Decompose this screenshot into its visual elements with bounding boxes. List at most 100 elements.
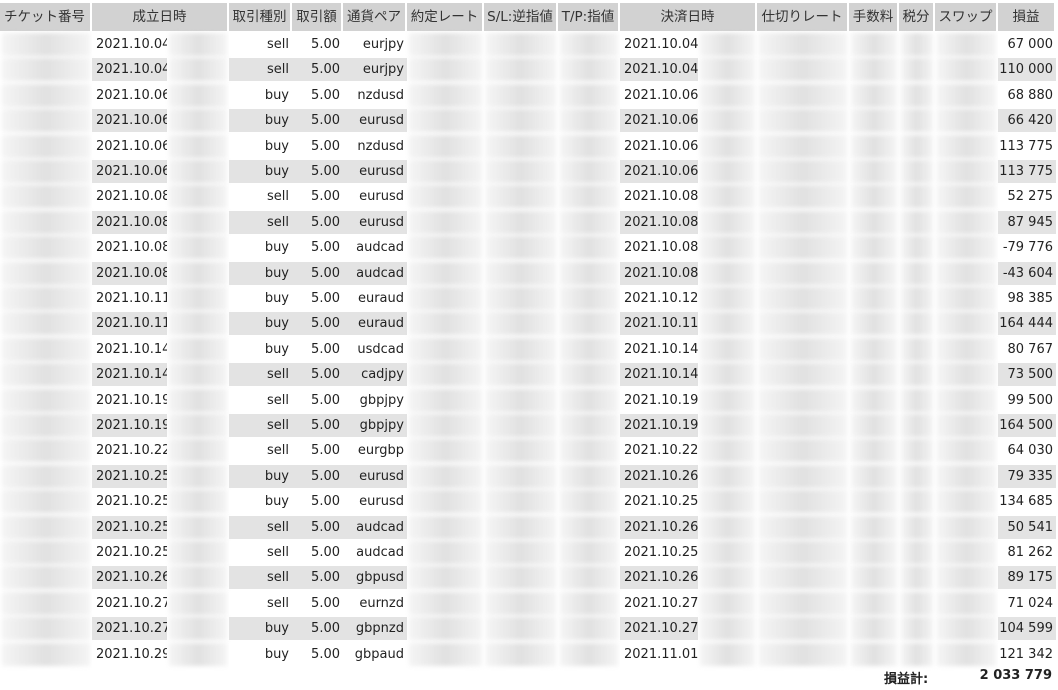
table-row[interactable]: 2021.10.11 buy 5.00 euraud 2021.10.11 164 444 (0, 310, 1058, 336)
close-time-cell: 2021.10.26 (620, 515, 698, 539)
table-row[interactable]: 2021.10.04 sell 5.00 eurjpy 2021.10.04 110 00… (0, 56, 1058, 82)
size-cell: 5.00 (292, 515, 343, 539)
header-profit[interactable]: 損益 (998, 3, 1056, 31)
header-tp[interactable]: T/P:指値 (558, 3, 620, 31)
header-commission[interactable]: 手数料 (849, 3, 899, 31)
close-time-cell: 2021.10.06 (620, 134, 698, 158)
size-cell: 5.00 (292, 109, 343, 133)
profit-cell: -79 776 (998, 236, 1056, 260)
redacted-ticket-cell (2, 109, 90, 133)
redacted-commission-cell (851, 388, 897, 412)
redacted-swap-cell (937, 541, 996, 564)
redacted-commission-cell (851, 109, 897, 133)
redacted-swap-cell (937, 642, 996, 666)
table-row[interactable]: 2021.10.22 sell 5.00 eurgbp 2021.10.22 64 030 (0, 437, 1058, 463)
redacted-sl-cell (486, 337, 556, 361)
open-time-cell: 2021.10.25 (92, 464, 167, 488)
header-size[interactable]: 取引額 (292, 3, 343, 31)
close-time-cell: 2021.10.06 (620, 83, 698, 107)
profit-cell: 104 599 (998, 617, 1056, 641)
redacted-tax-cell (901, 439, 933, 463)
header-sl[interactable]: S/L:逆指値 (484, 3, 558, 31)
table-row[interactable]: 2021.10.25 buy 5.00 eurusd 2021.10.26 79 335 (0, 463, 1058, 488)
redacted-tp-cell (560, 591, 618, 615)
redacted-tp-cell (560, 414, 618, 437)
profit-cell: 87 945 (998, 210, 1056, 234)
table-row[interactable]: 2021.10.25 sell 5.00 audcad 2021.10.26 50 541 (0, 514, 1058, 539)
open-time-cell: 2021.10.29 (92, 642, 167, 666)
redacted-time-close-time-cell (700, 33, 755, 56)
redacted-rate-cell (409, 388, 482, 412)
redacted-time-open-time-cell (169, 617, 227, 641)
redacted-sl-cell (486, 160, 556, 183)
table-row[interactable]: 2021.10.08 sell 5.00 eurusd 2021.10.08 87 945 (0, 209, 1058, 234)
header-ticket[interactable]: チケット番号 (0, 3, 92, 31)
table-row[interactable]: 2021.10.27 sell 5.00 eurnzd 2021.10.27 71 024 (0, 590, 1058, 615)
close-time-cell: 2021.10.26 (620, 566, 698, 590)
table-row[interactable]: 2021.10.06 buy 5.00 eurusd 2021.10.06 113 775 (0, 158, 1058, 183)
table-row[interactable]: 2021.10.06 buy 5.00 nzdusd 2021.10.06 113 775 (0, 133, 1058, 158)
table-row[interactable]: 2021.10.14 sell 5.00 cadjpy 2021.10.14 73 500 (0, 361, 1058, 387)
pair-cell: cadjpy (343, 363, 407, 387)
open-time-cell: 2021.10.19 (92, 388, 167, 412)
open-time-cell: 2021.10.25 (92, 541, 167, 564)
header-open-time[interactable]: 成立日時 (92, 3, 229, 31)
redacted-close-rate-cell (759, 210, 847, 234)
table-row[interactable]: 2021.10.19 sell 5.00 gbpjpy 2021.10.19 99 500 (0, 387, 1058, 412)
table-row[interactable]: 2021.10.06 buy 5.00 eurusd 2021.10.06 66 420 (0, 107, 1058, 133)
header-close-time[interactable]: 決済日時 (620, 3, 757, 31)
type-cell: sell (229, 515, 292, 539)
table-row[interactable]: 2021.10.29 buy 5.00 gbpaud 2021.11.01 121 342 (0, 641, 1058, 666)
redacted-time-open-time-cell (169, 185, 227, 209)
pair-cell: gbpnzd (343, 617, 407, 641)
profit-cell: 68 880 (998, 83, 1056, 107)
redacted-time-close-time-cell (700, 363, 755, 387)
table-row[interactable]: 2021.10.25 buy 5.00 eurusd 2021.10.25 134 685 (0, 488, 1058, 514)
redacted-commission-cell (851, 515, 897, 539)
close-time-cell: 2021.10.25 (620, 490, 698, 514)
redacted-swap-cell (937, 185, 996, 209)
profit-cell: 110 000 (998, 58, 1056, 82)
table-row[interactable]: 2021.10.11 buy 5.00 euraud 2021.10.12 98 385 (0, 285, 1058, 310)
redacted-tp-cell (560, 363, 618, 387)
header-tax[interactable]: 税分 (899, 3, 935, 31)
redacted-tax-cell (901, 617, 933, 641)
table-row[interactable]: 2021.10.14 buy 5.00 usdcad 2021.10.14 80 767 (0, 336, 1058, 361)
redacted-sl-cell (486, 439, 556, 463)
open-time-cell: 2021.10.11 (92, 312, 167, 336)
redacted-close-rate-cell (759, 541, 847, 564)
redacted-sl-cell (486, 515, 556, 539)
table-row[interactable]: 2021.10.08 sell 5.00 eurusd 2021.10.08 52 275 (0, 183, 1058, 209)
table-row[interactable]: 2021.10.06 buy 5.00 nzdusd 2021.10.06 68 880 (0, 82, 1058, 107)
redacted-tax-cell (901, 337, 933, 361)
type-cell: sell (229, 185, 292, 209)
header-close-rate[interactable]: 仕切りレート (757, 3, 849, 31)
header-pair[interactable]: 通貨ペア (343, 3, 407, 31)
open-time-cell: 2021.10.08 (92, 261, 167, 285)
redacted-sl-cell (486, 236, 556, 260)
redacted-ticket-cell (2, 210, 90, 234)
redacted-close-rate-cell (759, 337, 847, 361)
redacted-ticket-cell (2, 363, 90, 387)
redacted-time-open-time-cell (169, 464, 227, 488)
size-cell: 5.00 (292, 83, 343, 107)
table-row[interactable]: 2021.10.27 buy 5.00 gbpnzd 2021.10.27 104 599 (0, 615, 1058, 641)
table-row[interactable]: 2021.10.08 buy 5.00 audcad 2021.10.08 -79 776 (0, 234, 1058, 260)
redacted-time-open-time-cell (169, 261, 227, 285)
redacted-swap-cell (937, 414, 996, 437)
redacted-tp-cell (560, 236, 618, 260)
redacted-commission-cell (851, 541, 897, 564)
header-rate[interactable]: 約定レート (407, 3, 484, 31)
table-row[interactable]: 2021.10.04 sell 5.00 eurjpy 2021.10.04 67 000 (0, 31, 1058, 56)
table-row[interactable]: 2021.10.26 sell 5.00 gbpusd 2021.10.26 89 175 (0, 564, 1058, 590)
redacted-close-rate-cell (759, 58, 847, 82)
table-row[interactable]: 2021.10.25 sell 5.00 audcad 2021.10.25 81 262 (0, 539, 1058, 564)
redacted-tax-cell (901, 58, 933, 82)
profit-cell: 164 500 (998, 414, 1056, 437)
redacted-ticket-cell (2, 566, 90, 590)
header-type[interactable]: 取引種別 (229, 3, 292, 31)
table-row[interactable]: 2021.10.08 buy 5.00 audcad 2021.10.08 -43 604 (0, 260, 1058, 285)
size-cell: 5.00 (292, 58, 343, 82)
table-row[interactable]: 2021.10.19 sell 5.00 gbpjpy 2021.10.19 164 50… (0, 412, 1058, 437)
header-swap[interactable]: スワップ (935, 3, 998, 31)
